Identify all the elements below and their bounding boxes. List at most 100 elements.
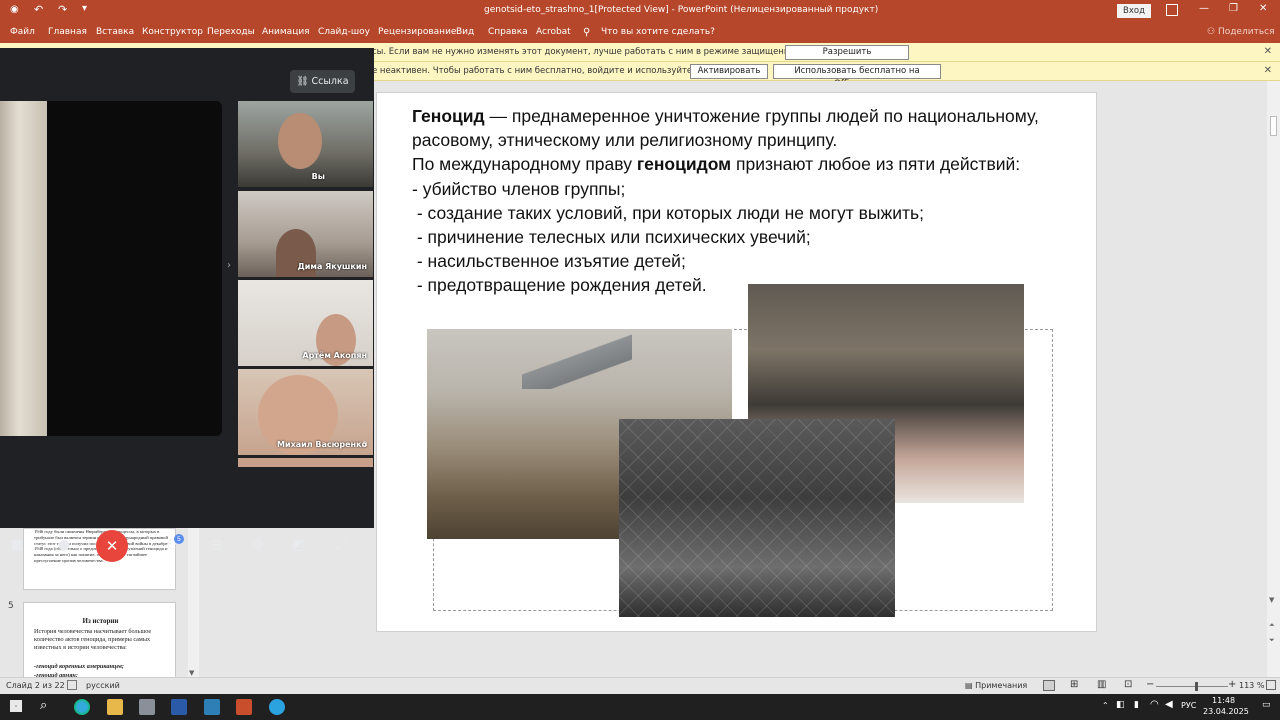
zoom-in-icon[interactable]: +	[1228, 679, 1236, 690]
tab-home[interactable]: Главная	[48, 27, 87, 37]
intro-paragraph: По международному праву геноцидом призна…	[412, 152, 1052, 176]
zoom-level[interactable]: 113 %	[1239, 681, 1264, 690]
microphone-icon[interactable]: ●	[50, 531, 78, 559]
tab-design[interactable]: Конструктор	[142, 27, 203, 37]
close-icon[interactable]: ✕	[1259, 3, 1267, 14]
zoom-slider[interactable]	[1156, 682, 1228, 691]
link-icon: ⛓	[296, 76, 312, 87]
grid-view-icon[interactable]: ⊞	[202, 531, 230, 559]
spellcheck-icon[interactable]	[67, 680, 77, 690]
title-bar: ◉ ↶ ↷ ▾ genotsid-eto_strashno_1[Protecte…	[0, 0, 1280, 22]
sign-in-button[interactable]: Вход	[1117, 4, 1151, 18]
customize-quick-access-icon[interactable]: ▾	[82, 3, 87, 14]
previous-slide-icon[interactable]: ⏶	[1269, 621, 1275, 630]
tray-overflow-icon[interactable]: ⌃	[1102, 701, 1109, 710]
tray-app-icon[interactable]: ◧	[1116, 700, 1125, 710]
slideshow-icon[interactable]: ⊡	[1124, 679, 1132, 690]
participant-name: Дима Якушкин	[297, 262, 367, 271]
normal-view-icon[interactable]	[1043, 680, 1055, 691]
clock-time[interactable]: 11:48	[1212, 696, 1235, 705]
slide-text-box[interactable]: Геноцид — преднамеренное уничтожение гру…	[412, 104, 1052, 298]
window-title: genotsid-eto_strashno_1[Protected View] …	[484, 5, 879, 15]
tab-insert[interactable]: Вставка	[96, 27, 134, 37]
list-item: - убийство членов группы;	[412, 178, 626, 199]
input-language[interactable]: РУС	[1181, 701, 1196, 710]
copy-link-label: Ссылка	[311, 76, 349, 87]
redo-icon[interactable]: ↷	[58, 3, 67, 16]
store-icon[interactable]	[139, 699, 155, 715]
network-icon[interactable]: ◠	[1150, 699, 1159, 710]
zoom-slider-thumb[interactable]	[1195, 682, 1199, 691]
video-feed	[278, 113, 322, 169]
mountain-shape	[522, 329, 632, 389]
tab-view[interactable]: Вид	[456, 27, 474, 37]
notification-icon[interactable]: ▭	[1262, 700, 1271, 710]
tell-me-search[interactable]: Что вы хотите сделать?	[601, 27, 715, 37]
participant-tile[interactable]: Артём Акопян	[238, 280, 373, 366]
notes-button[interactable]: ▤ Примечания	[965, 681, 1027, 690]
thumbnail-title: Из истории	[82, 617, 119, 625]
minimize-icon[interactable]: —	[1199, 3, 1209, 14]
participant-tile-partial[interactable]	[238, 458, 373, 467]
edge-icon[interactable]	[74, 699, 90, 715]
tab-acrobat[interactable]: Acrobat	[536, 27, 571, 37]
use-web-version-button[interactable]: Использовать бесплатно на Office.com	[773, 64, 941, 89]
word-icon[interactable]	[171, 699, 187, 715]
meeting-app-icon[interactable]	[204, 699, 220, 715]
enable-editing-button[interactable]: Разрешить редактирование	[785, 45, 909, 70]
vertical-scrollbar[interactable]: ▼ ⏶ ⏷	[1267, 81, 1280, 677]
scroll-down-icon[interactable]: ▼	[1269, 596, 1274, 604]
definition-paragraph: Геноцид — преднамеренное уничтожение гру…	[412, 104, 1052, 152]
tab-review[interactable]: Рецензирование	[378, 27, 456, 37]
volume-icon[interactable]: ◀	[1165, 699, 1173, 710]
participant-tile[interactable]: Михаил Васюренко ⍉	[238, 369, 373, 455]
definition-text: — преднамеренное уничтожение группы люде…	[412, 106, 1039, 151]
tab-file[interactable]: Файл	[10, 27, 35, 37]
main-video-tile[interactable]	[0, 101, 222, 436]
copy-link-button[interactable]: ⛓ Ссылка	[290, 70, 355, 93]
camera-icon[interactable]: ■	[3, 531, 31, 559]
tab-animations[interactable]: Анимация	[262, 27, 310, 37]
settings-icon[interactable]: ⚙	[243, 531, 271, 559]
participant-tile[interactable]: Вы	[238, 101, 373, 187]
start-icon[interactable]	[10, 700, 22, 712]
restore-icon[interactable]: ❐	[1229, 3, 1238, 14]
slide-number: 5	[8, 601, 14, 611]
reading-view-icon[interactable]: ▥	[1097, 679, 1106, 690]
close-icon[interactable]: ✕	[1264, 65, 1272, 76]
slide-thumbnail-5[interactable]: Из истории История человечества насчитыв…	[23, 602, 176, 682]
picture-in-picture-icon[interactable]: ◩	[285, 531, 313, 559]
clock-date[interactable]: 23.04.2025	[1203, 707, 1249, 716]
scroll-thumb[interactable]	[1270, 116, 1277, 136]
powerpoint-icon[interactable]	[236, 699, 252, 715]
tab-transitions[interactable]: Переходы	[207, 27, 255, 37]
language-indicator[interactable]: русский	[86, 681, 120, 690]
zoom-out-icon[interactable]: −	[1146, 679, 1154, 690]
slide-sorter-icon[interactable]: ⊞	[1070, 679, 1078, 690]
scroll-down-icon[interactable]: ▼	[189, 669, 194, 677]
fit-slide-icon[interactable]	[1266, 680, 1276, 690]
telegram-icon[interactable]	[269, 699, 285, 715]
next-slide-icon[interactable]: ⏷	[1269, 636, 1275, 645]
tab-slideshow[interactable]: Слайд-шоу	[318, 27, 370, 37]
windows-taskbar: ⌕ ⌃ ◧ ▮ ◠ ◀ РУС 11:48 23.04.2025 ▭	[0, 694, 1280, 720]
activate-button[interactable]: Активировать	[690, 64, 768, 79]
autosave-icon[interactable]: ◉	[10, 4, 19, 15]
ribbon-display-options-icon[interactable]	[1166, 4, 1178, 16]
file-explorer-icon[interactable]	[107, 699, 123, 715]
share-button[interactable]: ⚇ Поделиться	[1207, 27, 1274, 37]
list-item: - создание таких условий, при которых лю…	[412, 202, 924, 223]
end-call-button[interactable]: ✕	[96, 530, 128, 562]
fullscreen-icon[interactable]: ⤢	[327, 531, 355, 559]
close-icon[interactable]: ✕	[1264, 46, 1272, 57]
slide-canvas[interactable]: Геноцид — преднамеренное уничтожение гру…	[376, 92, 1097, 632]
photo-barbed-wire-children[interactable]	[619, 419, 895, 617]
collapse-panel-icon[interactable]: ›	[227, 260, 231, 271]
tab-help[interactable]: Справка	[488, 27, 528, 37]
video-call-window: ⛓ Ссылка › Вы Дима Якушкин Артём Акопян …	[0, 48, 374, 562]
search-icon[interactable]: ⌕	[40, 698, 47, 713]
tray-usb-icon[interactable]: ▮	[1134, 700, 1139, 710]
undo-icon[interactable]: ↶	[34, 3, 43, 16]
term-genocide: Геноцид	[412, 106, 485, 126]
participant-tile[interactable]: Дима Якушкин	[238, 191, 373, 277]
